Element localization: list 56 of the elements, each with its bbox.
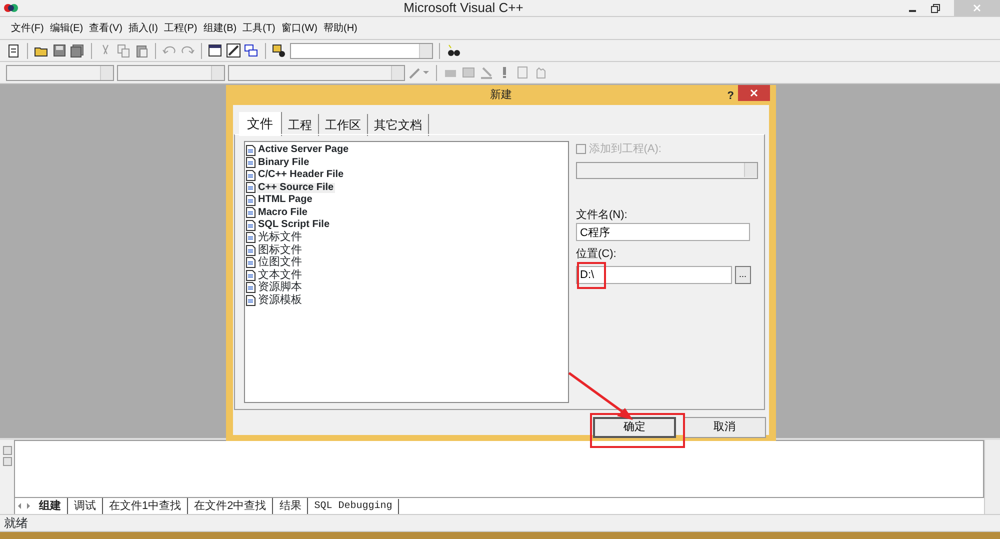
menu-item[interactable]: 窗口(W): [278, 20, 320, 36]
location-field[interactable]: D:\: [576, 266, 732, 284]
list-item[interactable]: 图标文件: [257, 244, 303, 256]
close-pane-button[interactable]: [2, 446, 12, 455]
menu-item[interactable]: 工具(T): [240, 20, 278, 36]
menu-item[interactable]: 编辑(E): [46, 20, 86, 36]
dialog-title: 新建: [490, 88, 512, 103]
close-icon: [973, 4, 981, 12]
menu-item[interactable]: 组建(B): [200, 20, 240, 36]
dropdown-field[interactable]: [6, 64, 114, 80]
save-icon[interactable]: [52, 43, 67, 58]
help-button[interactable]: ?: [727, 88, 734, 104]
menu-item[interactable]: 帮助(H): [320, 20, 360, 36]
project-dropdown[interactable]: [576, 162, 758, 178]
file-name-field[interactable]: C程序: [576, 223, 750, 241]
cancel-button[interactable]: 取消: [683, 417, 766, 438]
list-item[interactable]: Macro File: [257, 208, 308, 218]
field-label: 位置(C):: [576, 247, 616, 262]
close-button[interactable]: [954, 0, 1000, 16]
menu-item[interactable]: 文件(F): [8, 20, 47, 36]
field-label: 文件名(N):: [576, 208, 628, 222]
dropdown-field[interactable]: [117, 64, 225, 80]
list-item[interactable]: Active Server Page: [257, 145, 350, 156]
list-item[interactable]: C++ Source File: [257, 182, 335, 193]
list-item[interactable]: 资源模板: [257, 294, 303, 306]
dropdown-field[interactable]: [228, 64, 405, 80]
highlight-box: [577, 262, 606, 289]
list-item[interactable]: Binary File: [257, 158, 310, 168]
restore-icon[interactable]: [931, 4, 940, 12]
list-item[interactable]: C/C++ Header File: [257, 170, 345, 180]
list-item[interactable]: 光标文件: [257, 232, 303, 244]
copy-icon[interactable]: [116, 43, 131, 58]
workspace-icon[interactable]: [208, 43, 223, 58]
pane-scroll-button[interactable]: [2, 457, 12, 466]
list-item[interactable]: SQL Script File: [257, 220, 330, 230]
menu-item[interactable]: 查看(V): [86, 20, 126, 36]
app-logo-icon: [3, 3, 19, 13]
find-icon[interactable]: [446, 43, 461, 58]
menu-item[interactable]: 插入(I): [125, 20, 161, 36]
menu-item[interactable]: 工程(P): [160, 20, 200, 36]
list-item[interactable]: 文本文件: [257, 270, 303, 281]
close-icon: [750, 89, 758, 97]
dialog-close-button[interactable]: [738, 85, 770, 101]
output-window-icon[interactable]: [226, 43, 241, 58]
list-item[interactable]: HTML Page: [257, 195, 314, 206]
list-item[interactable]: 位图文件: [257, 257, 303, 268]
browse-button[interactable]: ...: [734, 266, 751, 284]
new-file-icon[interactable]: [6, 43, 21, 58]
save-all-icon[interactable]: [70, 43, 85, 58]
tab[interactable]: 文件: [239, 112, 282, 136]
windows-list-icon[interactable]: [244, 43, 259, 58]
window-title: Microsoft Visual C++: [402, 0, 524, 18]
checkbox-label: 添加到工程(A):: [588, 142, 662, 157]
ok-button[interactable]: 确定: [593, 417, 676, 438]
paste-icon[interactable]: [134, 43, 149, 58]
list-item[interactable]: 资源脚本: [257, 282, 303, 294]
